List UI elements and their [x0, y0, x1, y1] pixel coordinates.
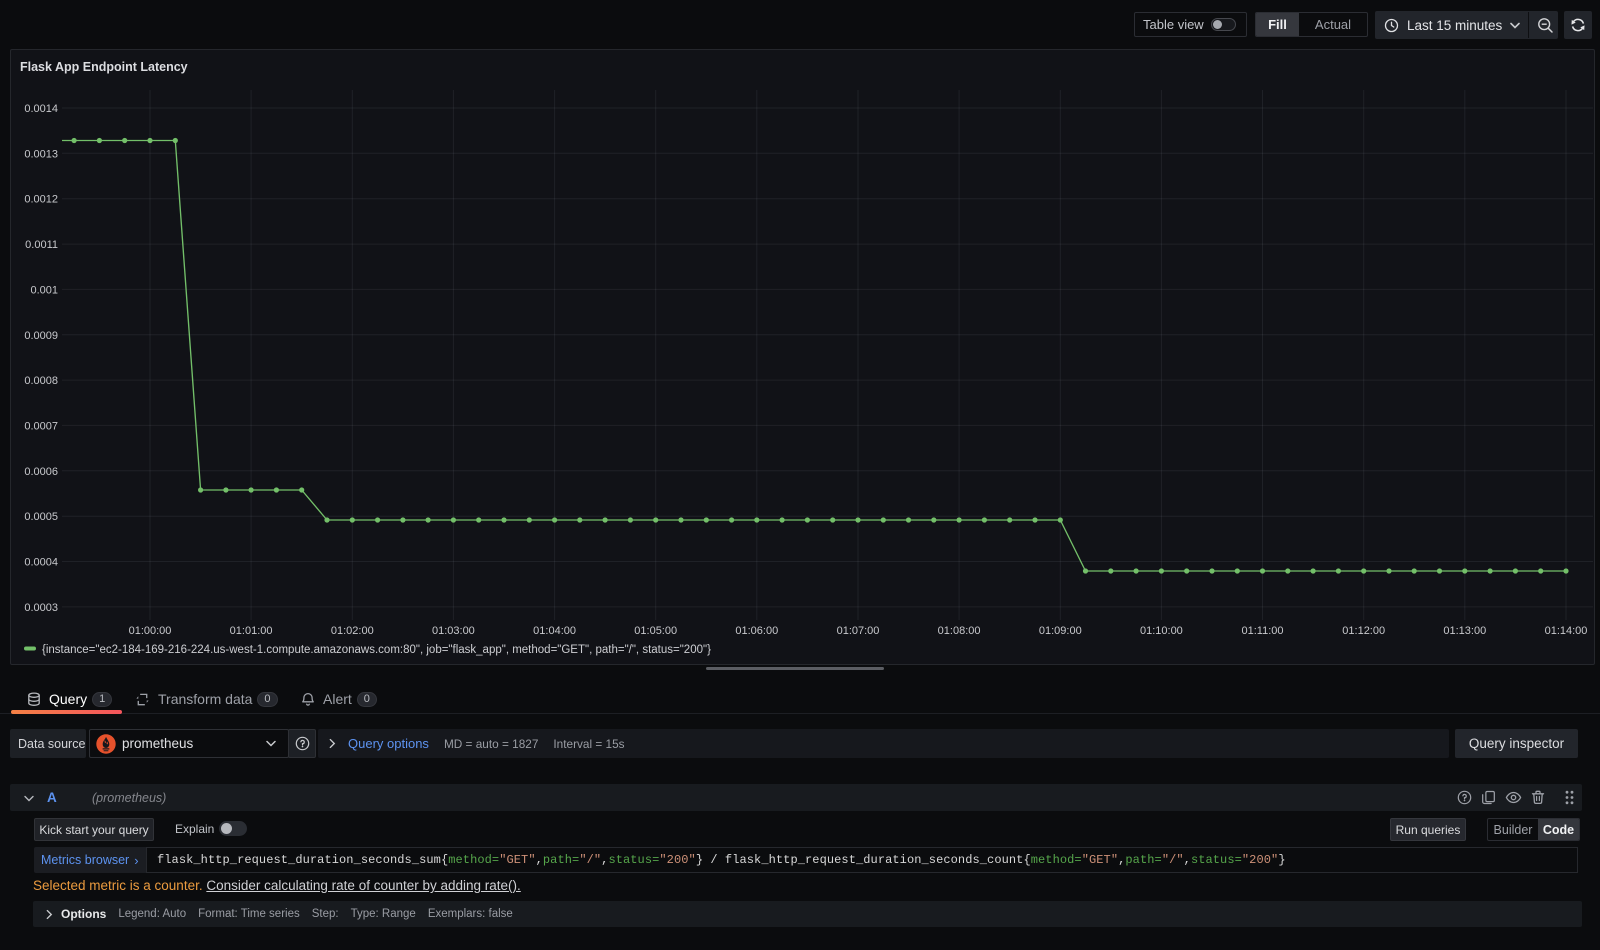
svg-text:0.0005: 0.0005	[24, 511, 58, 523]
svg-text:01:06:00: 01:06:00	[735, 625, 778, 637]
svg-text:01:13:00: 01:13:00	[1443, 625, 1486, 637]
svg-text:01:00:00: 01:00:00	[129, 625, 172, 637]
svg-text:01:10:00: 01:10:00	[1140, 625, 1183, 637]
svg-text:0.0014: 0.0014	[24, 103, 58, 115]
svg-text:01:14:00: 01:14:00	[1545, 625, 1588, 637]
svg-text:0.0013: 0.0013	[24, 148, 58, 160]
svg-text:{instance="ec2-184-169-216-224: {instance="ec2-184-169-216-224.us-west-1…	[42, 644, 711, 656]
svg-text:0.0009: 0.0009	[24, 330, 58, 342]
svg-text:0.0004: 0.0004	[24, 557, 58, 569]
svg-text:0.0008: 0.0008	[24, 375, 58, 387]
svg-text:01:01:00: 01:01:00	[230, 625, 273, 637]
svg-text:01:03:00: 01:03:00	[432, 625, 475, 637]
svg-text:01:12:00: 01:12:00	[1342, 625, 1385, 637]
svg-text:01:04:00: 01:04:00	[533, 625, 576, 637]
svg-text:01:09:00: 01:09:00	[1039, 625, 1082, 637]
svg-text:01:08:00: 01:08:00	[938, 625, 981, 637]
svg-text:0.0012: 0.0012	[24, 194, 58, 206]
svg-text:0.0011: 0.0011	[25, 239, 58, 251]
svg-text:01:07:00: 01:07:00	[837, 625, 880, 637]
svg-text:01:11:00: 01:11:00	[1241, 625, 1283, 637]
svg-text:01:05:00: 01:05:00	[634, 625, 677, 637]
svg-text:0.001: 0.001	[30, 284, 58, 296]
svg-text:01:02:00: 01:02:00	[331, 625, 374, 637]
svg-text:0.0003: 0.0003	[24, 602, 58, 614]
svg-text:0.0007: 0.0007	[24, 420, 58, 432]
svg-text:0.0006: 0.0006	[24, 466, 58, 478]
